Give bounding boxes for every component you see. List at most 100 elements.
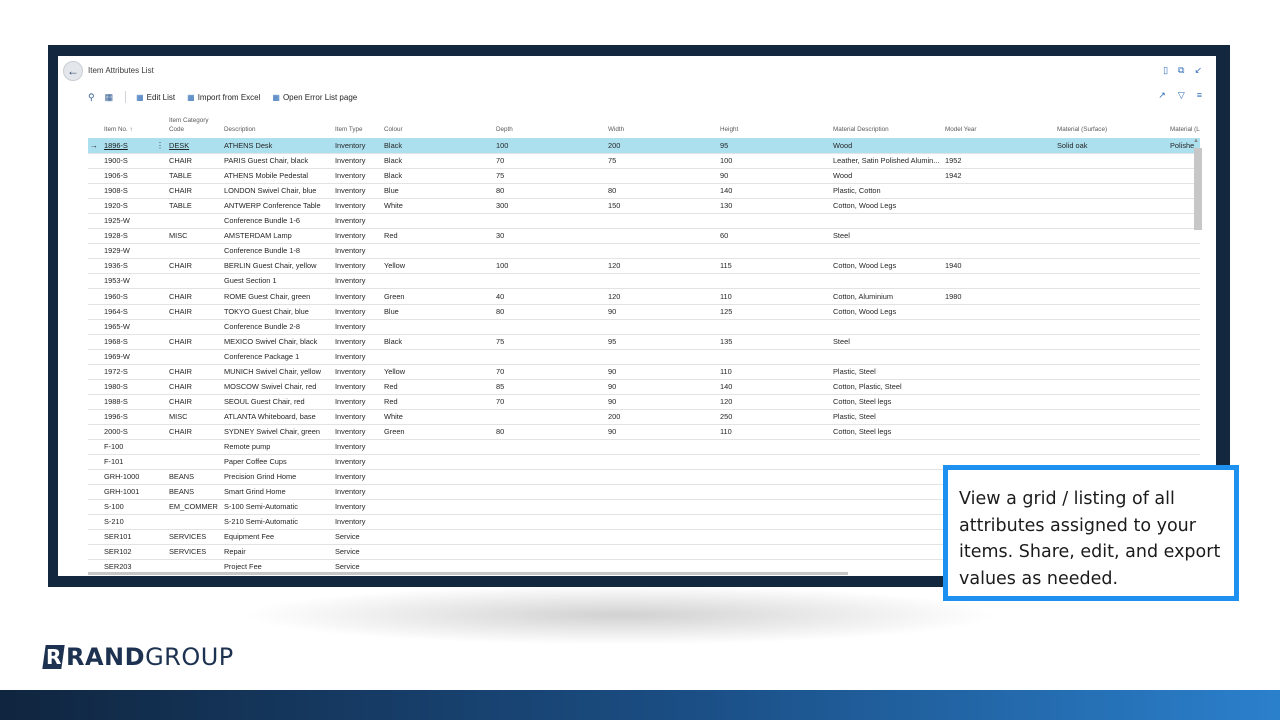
- col-header-material-description[interactable]: Material Description: [833, 126, 889, 134]
- col-header-model-year[interactable]: Model Year: [945, 126, 977, 134]
- cell-item-no[interactable]: SER102: [104, 547, 164, 556]
- error-list-icon: ▦: [272, 92, 280, 102]
- table-row[interactable]: 1929-W Conference Bundle 1-8 Inventory: [88, 243, 1200, 260]
- import-from-excel-button[interactable]: ▦ Import from Excel: [187, 93, 260, 102]
- cell-item-no[interactable]: SER203: [104, 562, 164, 570]
- cell-depth: 80: [496, 306, 505, 316]
- table-row[interactable]: → ⋮ 1896-S DESK ATHENS Desk Inventory Black 100…: [88, 138, 1200, 154]
- cell-height: 250: [720, 411, 733, 421]
- table-row[interactable]: 1988-S CHAIR SEOUL Guest Chair, red Invento…: [88, 394, 1200, 410]
- cell-item-no[interactable]: 1965-W: [104, 322, 164, 331]
- scrollbar-thumb[interactable]: [1194, 148, 1202, 230]
- table-row[interactable]: 1968-S CHAIR MEXICO Swivel Chair, black Inv…: [88, 334, 1200, 350]
- table-row[interactable]: 1906-S TABLE ATHENS Mobile Pedestal Invento…: [88, 168, 1200, 185]
- cell-item-no[interactable]: 1964-S: [104, 307, 164, 316]
- cell-depth: 75: [496, 336, 505, 346]
- cell-material-description: Plastic, Steel: [833, 366, 876, 376]
- cell-item-no[interactable]: 1953-W: [104, 276, 164, 285]
- col-header-depth[interactable]: Depth: [496, 126, 513, 134]
- cell-item-no[interactable]: 1925-W: [104, 216, 164, 225]
- col-header-description[interactable]: Description: [224, 126, 256, 134]
- collapse-icon[interactable]: ↙: [1194, 65, 1202, 76]
- bookmark-icon[interactable]: ▯: [1163, 65, 1168, 76]
- table-row[interactable]: 1980-S CHAIR MOSCOW Swivel Chair, red Inven…: [88, 379, 1200, 395]
- cell-material-description: Steel: [833, 336, 850, 346]
- cell-category: CHAIR: [169, 291, 192, 301]
- table-row[interactable]: 2000-S CHAIR SYDNEY Swivel Chair, green Inv…: [88, 424, 1200, 440]
- cell-item-no[interactable]: 1972-S: [104, 367, 164, 376]
- view-layout-icon[interactable]: ▦: [105, 92, 114, 103]
- table-row[interactable]: 1996-S MISC ATLANTA Whiteboard, base Invent…: [88, 409, 1200, 425]
- cell-item-no[interactable]: 1980-S: [104, 382, 164, 391]
- share-icon[interactable]: ↗: [1158, 90, 1166, 101]
- cell-item-no[interactable]: 1928-S: [104, 231, 164, 240]
- cell-item-no[interactable]: GRH-1000: [104, 472, 164, 481]
- open-error-list-button[interactable]: ▦ Open Error List page: [272, 93, 357, 102]
- cell-width: 90: [608, 396, 617, 406]
- cell-item-no[interactable]: S-210: [104, 517, 164, 526]
- cell-description: Project Fee: [224, 562, 262, 570]
- table-row[interactable]: 1960-S CHAIR ROME Guest Chair, green Invent…: [88, 289, 1200, 305]
- table-row[interactable]: 1936-S CHAIR BERLIN Guest Chair, yellow Inv…: [88, 258, 1200, 275]
- horizontal-scrollbar[interactable]: [88, 572, 848, 575]
- table-row[interactable]: 1925-W Conference Bundle 1-6 Inventory: [88, 213, 1200, 230]
- cell-category: CHAIR: [169, 366, 192, 376]
- cell-item-type: Inventory: [335, 186, 366, 196]
- cell-model-year: 1980: [945, 291, 962, 301]
- cell-category: CHAIR: [169, 426, 192, 436]
- col-header-category-line2[interactable]: Code: [169, 126, 184, 134]
- cell-colour: Red: [384, 396, 398, 406]
- back-arrow-icon[interactable]: ←: [63, 61, 83, 81]
- cell-item-no[interactable]: 1896-S: [104, 141, 164, 150]
- table-row[interactable]: 1965-W Conference Bundle 2-8 Inventory: [88, 319, 1200, 335]
- cell-item-no[interactable]: GRH-1001: [104, 487, 164, 496]
- table-row[interactable]: F-100 Remote pump Inventory: [88, 439, 1200, 455]
- col-header-category-line1[interactable]: Item Category: [169, 117, 209, 125]
- cell-category: CHAIR: [169, 261, 192, 271]
- scroll-up-icon[interactable]: ▲: [1193, 138, 1199, 144]
- cell-item-no[interactable]: 1908-S: [104, 186, 164, 195]
- table-row[interactable]: 1964-S CHAIR TOKYO Guest Chair, blue Invent…: [88, 304, 1200, 320]
- cell-category: MISC: [169, 231, 188, 241]
- cell-item-no[interactable]: 1996-S: [104, 412, 164, 421]
- cell-item-no[interactable]: S-100: [104, 502, 164, 511]
- col-header-material-surface[interactable]: Material (Surface): [1057, 126, 1107, 134]
- cell-item-no[interactable]: F-100: [104, 442, 164, 451]
- edit-list-button[interactable]: ▦ Edit List: [136, 93, 175, 102]
- cell-depth: 70: [496, 366, 505, 376]
- table-row[interactable]: 1928-S MISC AMSTERDAM Lamp Inventory Red 30 60…: [88, 228, 1200, 245]
- list-view-icon[interactable]: ≡: [1197, 90, 1202, 101]
- cell-item-no[interactable]: 2000-S: [104, 427, 164, 436]
- col-header-material-leg[interactable]: Material (Leg: [1170, 126, 1200, 134]
- cell-description: Smart Grind Home: [224, 487, 286, 497]
- cell-item-no[interactable]: 1920-S: [104, 201, 164, 210]
- action-bar: ⚲ ▦ ▦ Edit List ▦ Import from Excel ▦ Op…: [88, 90, 369, 104]
- cell-item-no[interactable]: F-101: [104, 457, 164, 466]
- col-header-height[interactable]: Height: [720, 126, 738, 134]
- col-header-item-type[interactable]: Item Type: [335, 126, 363, 134]
- table-row[interactable]: 1972-S CHAIR MUNICH Swivel Chair, yellow In…: [88, 364, 1200, 380]
- open-new-window-icon[interactable]: ⧉: [1178, 65, 1184, 76]
- col-header-width[interactable]: Width: [608, 126, 624, 134]
- cell-item-no[interactable]: 1968-S: [104, 337, 164, 346]
- table-row[interactable]: 1953-W Guest Section 1 Inventory: [88, 273, 1200, 290]
- table-row[interactable]: 1900-S CHAIR PARIS Guest Chair, black Inven…: [88, 153, 1200, 170]
- filter-icon[interactable]: ▽: [1178, 90, 1185, 101]
- search-icon[interactable]: ⚲: [88, 92, 95, 103]
- cell-item-no[interactable]: 1936-S: [104, 261, 164, 270]
- cell-item-no[interactable]: 1960-S: [104, 292, 164, 301]
- col-header-colour[interactable]: Colour: [384, 126, 403, 134]
- cell-category: SERVICES: [169, 547, 207, 557]
- cell-item-no[interactable]: 1900-S: [104, 156, 164, 165]
- table-row[interactable]: 1969-W Conference Package 1 Inventory: [88, 349, 1200, 365]
- cell-item-no[interactable]: 1906-S: [104, 171, 164, 180]
- cell-item-no[interactable]: 1929-W: [104, 246, 164, 255]
- col-header-item-no[interactable]: Item No. ↑: [104, 126, 133, 134]
- cell-item-no[interactable]: SER101: [104, 532, 164, 541]
- cell-description: S-210 Semi-Automatic: [224, 517, 298, 527]
- table-row[interactable]: 1920-S TABLE ANTWERP Conference Table Inven…: [88, 198, 1200, 215]
- cell-item-no[interactable]: 1988-S: [104, 397, 164, 406]
- cell-description: LONDON Swivel Chair, blue: [224, 186, 317, 196]
- cell-item-no[interactable]: 1969-W: [104, 352, 164, 361]
- table-row[interactable]: 1908-S CHAIR LONDON Swivel Chair, blue Inve…: [88, 183, 1200, 200]
